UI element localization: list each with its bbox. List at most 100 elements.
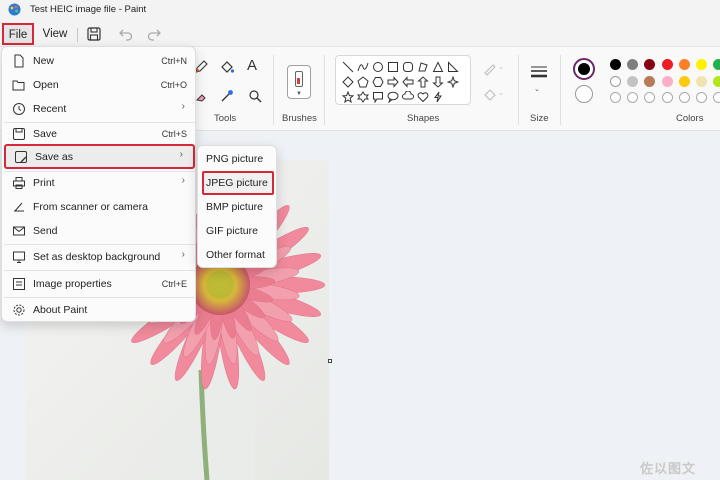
submenu-item-label: Other format	[206, 249, 265, 261]
color-picker-icon[interactable]	[219, 88, 235, 104]
rectangle-shape-icon[interactable]	[387, 61, 399, 73]
shapes-gallery	[335, 55, 471, 105]
menu-item-open[interactable]: Open Ctrl+O	[4, 74, 195, 96]
six-point-star-shape-icon[interactable]	[357, 91, 369, 103]
save-as-jpeg[interactable]: JPEG picture	[202, 171, 274, 195]
menu-item-about-paint[interactable]: About Paint	[4, 299, 195, 321]
color-swatch[interactable]	[696, 75, 707, 87]
menu-item-set-desktop-background[interactable]: Set as desktop background ›	[4, 246, 195, 268]
four-point-star-shape-icon[interactable]	[447, 76, 459, 88]
menu-item-label: Save	[33, 128, 57, 140]
rectangular-callout-shape-icon[interactable]	[372, 91, 384, 103]
polygon-shape-icon[interactable]	[417, 61, 429, 73]
stroke-size-icon[interactable]	[530, 65, 548, 79]
empty-color-swatch[interactable]	[713, 92, 720, 103]
shapes-group-label: Shapes	[407, 113, 440, 124]
secondary-color-selector[interactable]	[575, 85, 593, 103]
chevron-right-icon: ›	[181, 101, 185, 112]
color-swatch[interactable]	[627, 75, 639, 87]
color-swatch[interactable]	[678, 59, 690, 70]
diamond-shape-icon[interactable]	[342, 76, 354, 88]
menu-separator	[4, 244, 195, 245]
save-as-other-format[interactable]: Other format	[202, 244, 274, 266]
up-arrow-shape-icon[interactable]	[417, 76, 429, 88]
new-file-icon	[14, 54, 24, 68]
menu-item-image-properties[interactable]: Image properties Ctrl+E	[4, 273, 195, 295]
pentagon-shape-icon[interactable]	[357, 76, 369, 88]
menu-item-label: New	[33, 55, 55, 67]
menu-item-recent[interactable]: Recent ›	[4, 98, 195, 120]
chevron-right-icon: ›	[181, 175, 185, 186]
right-arrow-shape-icon[interactable]	[387, 76, 399, 88]
color-swatch[interactable]	[713, 59, 720, 70]
color-swatch[interactable]	[610, 75, 621, 87]
watermark-text: 佐以图文	[640, 461, 697, 476]
empty-color-swatch[interactable]	[610, 92, 621, 103]
menu-item-print[interactable]: Print ›	[4, 172, 195, 194]
menu-item-new[interactable]: New Ctrl+N	[4, 50, 195, 72]
save-as-bmp[interactable]: BMP picture	[202, 196, 274, 218]
fill-icon[interactable]	[482, 87, 498, 103]
outline-icon[interactable]	[482, 61, 498, 77]
left-arrow-shape-icon[interactable]	[402, 76, 414, 88]
oval-callout-shape-icon[interactable]	[387, 91, 399, 103]
triangle-shape-icon[interactable]	[432, 61, 444, 73]
clock-icon	[13, 103, 25, 115]
open-file-icon	[12, 80, 25, 91]
menu-item-label: Image properties	[33, 278, 112, 290]
text-tool-icon[interactable]: A	[247, 57, 263, 74]
cloud-callout-shape-icon[interactable]	[402, 91, 414, 103]
canvas-resize-handle[interactable]	[328, 359, 332, 363]
color-swatch[interactable]	[644, 75, 656, 87]
color-swatch[interactable]	[661, 59, 673, 70]
color-swatch[interactable]	[678, 75, 690, 87]
empty-color-swatch[interactable]	[644, 92, 656, 103]
right-triangle-shape-icon[interactable]	[447, 61, 459, 73]
line-shape-icon[interactable]	[342, 61, 354, 73]
empty-color-swatch[interactable]	[696, 92, 707, 103]
oval-shape-icon[interactable]	[372, 61, 384, 73]
file-menu: New Ctrl+N Open Ctrl+O Recent › Save Ctr…	[1, 46, 196, 322]
color-swatch[interactable]	[713, 75, 720, 87]
empty-color-swatch[interactable]	[661, 92, 673, 103]
heart-shape-icon[interactable]	[417, 91, 429, 103]
shortcut-text: Ctrl+O	[160, 80, 187, 90]
quick-save-icon[interactable]	[86, 26, 102, 42]
color-swatch[interactable]	[644, 59, 656, 70]
down-arrow-shape-icon[interactable]	[432, 76, 444, 88]
menu-item-label: Set as desktop background	[33, 251, 161, 263]
save-as-png[interactable]: PNG picture	[202, 148, 274, 170]
curve-shape-icon[interactable]	[357, 61, 369, 73]
lightning-shape-icon[interactable]	[432, 91, 444, 103]
color-swatch[interactable]	[610, 59, 621, 70]
view-menu-button[interactable]: View	[38, 24, 72, 44]
color-swatch[interactable]	[627, 59, 639, 70]
fill-bucket-icon[interactable]	[219, 59, 235, 75]
redo-icon[interactable]	[146, 26, 162, 42]
menu-item-save[interactable]: Save Ctrl+S	[4, 123, 195, 145]
color-swatch[interactable]	[661, 75, 673, 87]
colors-group-label: Colors	[676, 113, 704, 124]
brush-icon	[295, 71, 303, 87]
color-swatch[interactable]	[696, 59, 707, 70]
brushes-button[interactable]: ▼	[287, 65, 311, 99]
submenu-item-label: GIF picture	[206, 225, 258, 237]
shortcut-text: Ctrl+N	[161, 56, 187, 66]
magnifier-icon[interactable]	[247, 88, 263, 104]
empty-color-swatch[interactable]	[678, 92, 690, 103]
menu-item-from-scanner[interactable]: From scanner or camera	[4, 196, 195, 218]
menu-separator	[77, 28, 78, 42]
menu-item-send[interactable]: Send	[4, 220, 195, 242]
empty-color-swatch[interactable]	[627, 92, 639, 103]
shortcut-text: Ctrl+E	[161, 279, 187, 289]
primary-color-selector[interactable]	[573, 58, 595, 80]
file-menu-button[interactable]: File	[2, 23, 34, 45]
menu-item-save-as[interactable]: Save as ›	[4, 144, 195, 169]
undo-icon[interactable]	[118, 26, 134, 42]
hexagon-shape-icon[interactable]	[372, 76, 384, 88]
chevron-down-icon: ▼	[296, 91, 302, 97]
ribbon-separator	[273, 55, 274, 125]
save-as-gif[interactable]: GIF picture	[202, 220, 274, 242]
five-point-star-shape-icon[interactable]	[342, 91, 354, 103]
rounded-rectangle-shape-icon[interactable]	[402, 61, 414, 73]
